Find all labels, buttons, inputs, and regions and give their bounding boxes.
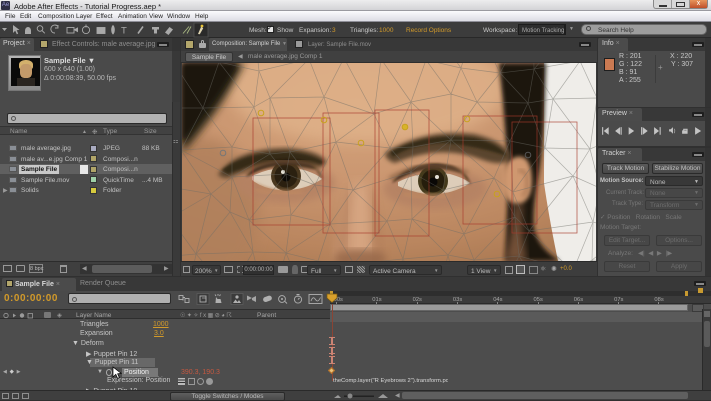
- svg-text:T: T: [121, 26, 127, 37]
